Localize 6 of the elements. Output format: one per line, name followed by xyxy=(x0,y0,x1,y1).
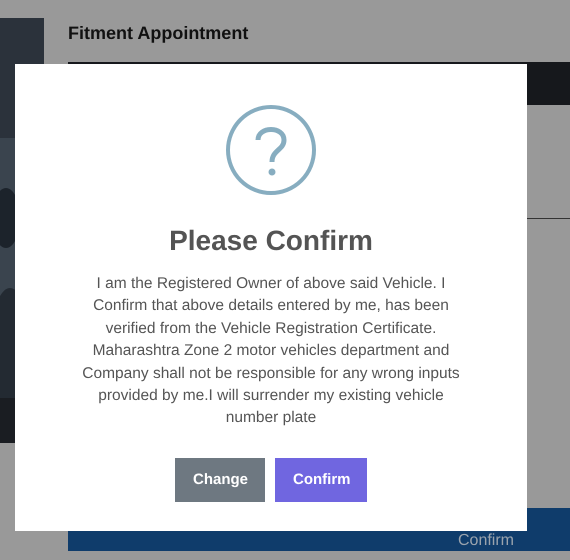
dialog-message: I am the Registered Owner of above said Vehicle. I Confirm that above details entered by me, has been verified from the Vehicle Registration Certificate. Maharashtra Zone 2 motor vehicles department and Company shall not be responsible for any wrong inputs provided by me.I will surrender my existing vehicle number plate xyxy=(81,274,461,428)
change-button[interactable]: Change xyxy=(175,458,265,502)
question-icon xyxy=(225,104,317,196)
page-title: Fitment Appointment xyxy=(68,22,250,45)
confirm-button[interactable]: Confirm xyxy=(275,458,367,502)
dialog-title: Please Confirm xyxy=(169,224,373,258)
